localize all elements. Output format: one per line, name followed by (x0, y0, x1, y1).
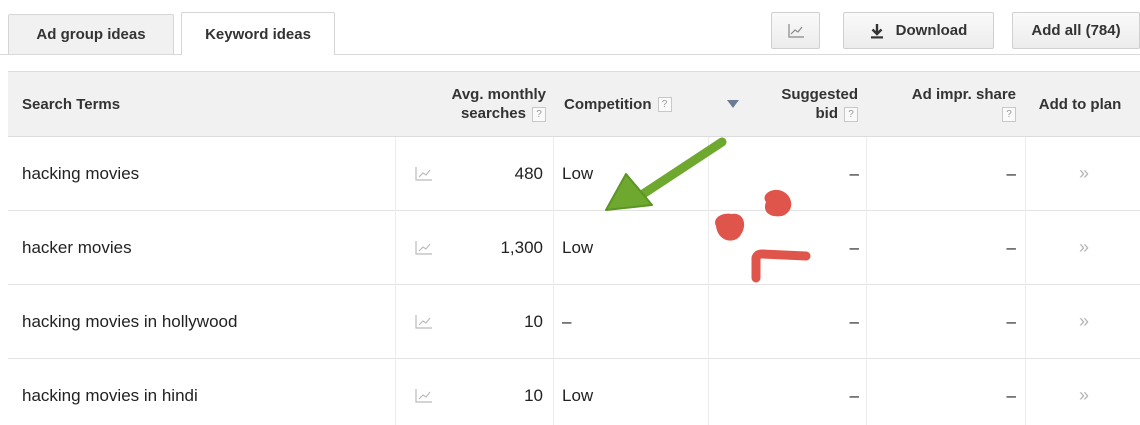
header-avg-line1: Avg. monthly (451, 86, 546, 103)
search-term: hacking movies in hollywood (22, 311, 238, 331)
ad-impr-share: – (1006, 237, 1016, 257)
competition: Low (562, 237, 594, 257)
avg-monthly-searches: 10 (524, 311, 543, 331)
table-row: hacking movies 480 Low – – » (8, 137, 1140, 211)
tab-bar-divider (0, 54, 1140, 55)
avg-monthly-searches: 10 (524, 385, 543, 405)
trend-chart-icon[interactable] (402, 211, 446, 284)
suggested-bid: – (849, 385, 859, 405)
trend-chart-icon[interactable] (402, 359, 446, 425)
trend-chart-icon[interactable] (402, 137, 446, 210)
help-icon[interactable]: ? (1002, 106, 1016, 122)
header-search-terms[interactable]: Search Terms (22, 72, 322, 136)
avg-monthly-searches: 480 (514, 163, 543, 183)
competition: – (562, 311, 572, 331)
suggested-bid: – (849, 237, 859, 257)
header-add-to-plan: Add to plan (1020, 72, 1140, 136)
header-add-label: Add to plan (1038, 95, 1122, 113)
help-icon[interactable]: ? (532, 106, 546, 122)
column-divider (553, 137, 554, 425)
tab-bar: Ad group ideas Keyword ideas Download Ad… (0, 0, 1140, 55)
chart-button[interactable] (771, 12, 820, 49)
download-button[interactable]: Download (843, 12, 994, 49)
help-icon[interactable]: ? (657, 96, 672, 112)
download-icon (870, 23, 884, 39)
header-competition[interactable]: Competition? (564, 72, 714, 136)
header-ad-impr-share[interactable]: Ad impr. share ? (876, 72, 1016, 136)
search-term: hacking movies in hindi (22, 385, 198, 405)
add-to-plan-button[interactable]: » (1028, 137, 1140, 210)
competition: Low (562, 163, 594, 183)
add-to-plan-button[interactable]: » (1028, 359, 1140, 425)
ad-impr-share: – (1006, 385, 1016, 405)
table-row: hacker movies 1,300 Low – – » (8, 211, 1140, 285)
table-row: hacking movies in hollywood 10 – – – » (8, 285, 1140, 359)
suggested-bid: – (849, 163, 859, 183)
header-competition-label: Competition (564, 95, 652, 113)
column-divider (395, 137, 396, 425)
line-chart-icon (787, 23, 804, 38)
table-header: Search Terms Avg. monthly searches? Comp… (8, 71, 1140, 137)
column-divider (708, 137, 709, 425)
tab-ad-group-ideas[interactable]: Ad group ideas (8, 14, 174, 54)
ad-impr-share: – (1006, 163, 1016, 183)
download-label: Download (895, 22, 968, 39)
search-term: hacker movies (22, 237, 132, 257)
column-divider (866, 137, 867, 425)
help-icon[interactable]: ? (844, 106, 858, 122)
header-impr-label: Ad impr. share (911, 86, 1016, 103)
header-bid-line2: bid (815, 105, 839, 122)
ad-impr-share: – (1006, 311, 1016, 331)
add-to-plan-button[interactable]: » (1028, 285, 1140, 358)
column-divider (1025, 137, 1026, 425)
header-suggested-bid[interactable]: Suggested bid? (750, 72, 858, 136)
avg-monthly-searches: 1,300 (500, 237, 543, 257)
suggested-bid: – (849, 311, 859, 331)
competition: Low (562, 385, 594, 405)
table-row: hacking movies in hindi 10 Low – – » (8, 359, 1140, 425)
trend-chart-icon[interactable] (402, 285, 446, 358)
add-to-plan-button[interactable]: » (1028, 211, 1140, 284)
tab-keyword-ideas[interactable]: Keyword ideas (181, 12, 335, 55)
header-bid-line1: Suggested (781, 86, 858, 103)
header-avg-monthly-searches[interactable]: Avg. monthly searches? (418, 72, 546, 136)
search-term: hacking movies (22, 163, 140, 183)
header-avg-line2: searches (460, 105, 526, 122)
header-search-terms-label: Search Terms (22, 95, 121, 113)
add-all-button[interactable]: Add all (784) (1012, 12, 1140, 49)
sort-desc-icon[interactable] (721, 72, 745, 136)
